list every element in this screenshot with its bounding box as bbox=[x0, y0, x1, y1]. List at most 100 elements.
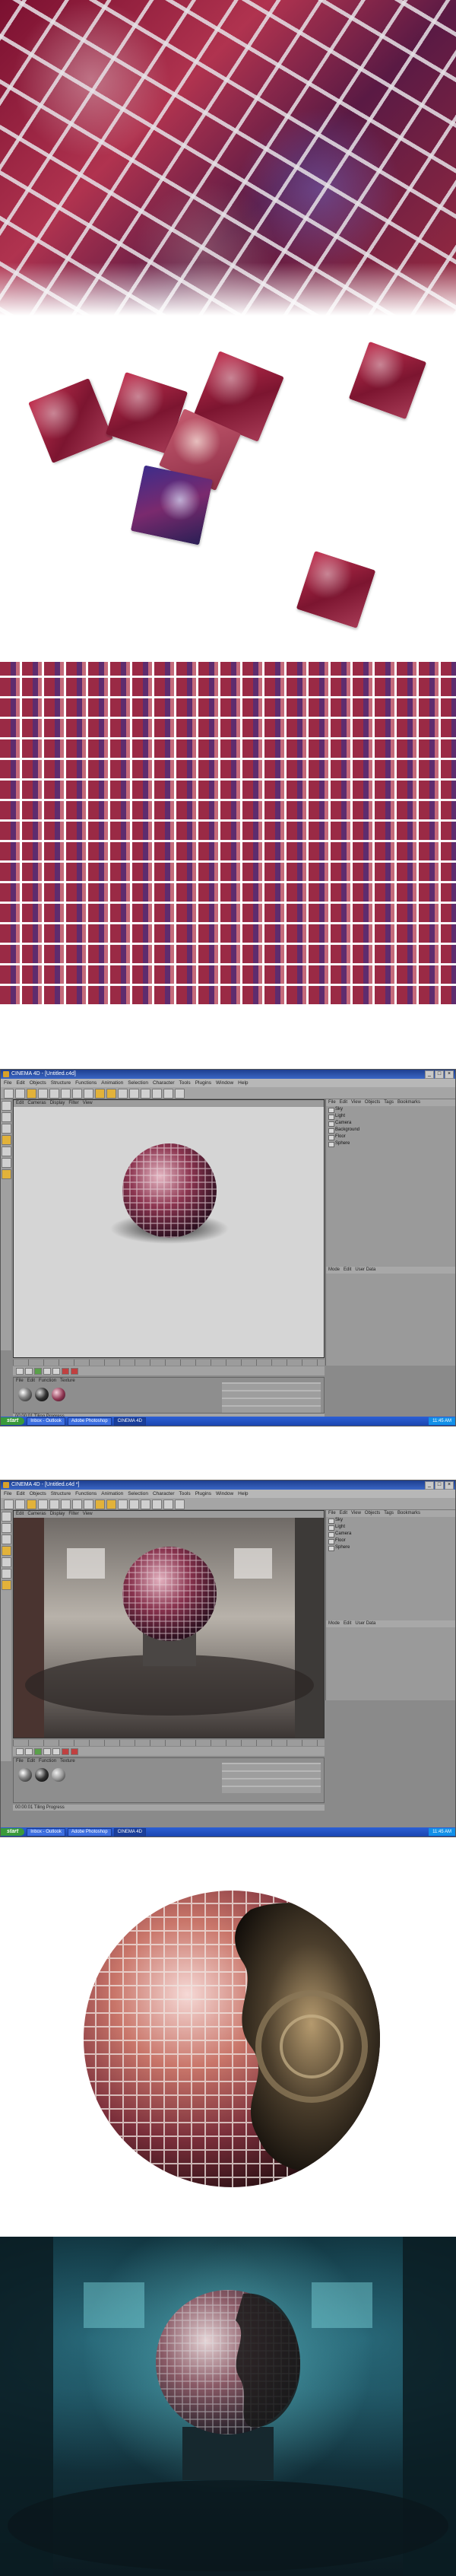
snap-icon[interactable] bbox=[2, 1169, 11, 1179]
vp-menu-view[interactable]: View bbox=[83, 1511, 93, 1518]
om-menu-edit[interactable]: Edit bbox=[340, 1510, 347, 1517]
move-tool-icon[interactable] bbox=[27, 1499, 36, 1509]
am-menu-userdata[interactable]: User Data bbox=[355, 1620, 375, 1627]
scene-icon[interactable] bbox=[163, 1089, 173, 1099]
light-icon[interactable] bbox=[175, 1089, 185, 1099]
coordinates-manager[interactable] bbox=[222, 1382, 321, 1413]
material-swatch[interactable] bbox=[35, 1768, 49, 1782]
scale-tool-icon[interactable] bbox=[38, 1499, 48, 1509]
previous-frame-icon[interactable] bbox=[25, 1748, 33, 1755]
nurbs-icon[interactable] bbox=[141, 1499, 150, 1509]
record-icon[interactable] bbox=[62, 1367, 69, 1375]
object-item[interactable]: Sphere bbox=[326, 1544, 455, 1551]
menu-edit[interactable]: Edit bbox=[16, 1490, 24, 1498]
om-menu-tags[interactable]: Tags bbox=[384, 1099, 394, 1106]
rotate-tool-icon[interactable] bbox=[49, 1499, 59, 1509]
taskbar-item[interactable]: CINEMA 4D bbox=[113, 1827, 146, 1837]
menu-character[interactable]: Character bbox=[153, 1079, 175, 1087]
polygons-mode-icon[interactable] bbox=[2, 1534, 11, 1544]
object-item[interactable]: Background bbox=[326, 1127, 455, 1134]
record-icon[interactable] bbox=[62, 1748, 69, 1755]
am-menu-mode[interactable]: Mode bbox=[328, 1267, 340, 1274]
viewport[interactable]: Edit Cameras Display Filter View bbox=[13, 1099, 325, 1358]
scale-tool-icon[interactable] bbox=[38, 1089, 48, 1099]
menu-edit[interactable]: Edit bbox=[16, 1079, 24, 1087]
menu-help[interactable]: Help bbox=[238, 1079, 248, 1087]
menu-selection[interactable]: Selection bbox=[128, 1079, 148, 1087]
om-menu-view[interactable]: View bbox=[351, 1510, 361, 1517]
start-button[interactable]: start bbox=[1, 1417, 25, 1425]
om-menu-objects[interactable]: Objects bbox=[365, 1510, 380, 1517]
maximize-button[interactable]: □ bbox=[435, 1070, 444, 1079]
axis-z-icon[interactable] bbox=[84, 1089, 93, 1099]
edges-mode-icon[interactable] bbox=[2, 1523, 11, 1533]
axis-x-icon[interactable] bbox=[61, 1089, 71, 1099]
menu-tools[interactable]: Tools bbox=[179, 1490, 191, 1498]
menu-window[interactable]: Window bbox=[216, 1490, 233, 1498]
vp-menu-edit[interactable]: Edit bbox=[16, 1511, 24, 1518]
cube-icon[interactable] bbox=[118, 1089, 128, 1099]
close-button[interactable]: × bbox=[445, 1481, 454, 1490]
menu-structure[interactable]: Structure bbox=[51, 1079, 71, 1087]
rotate-tool-icon[interactable] bbox=[49, 1089, 59, 1099]
render-view-icon[interactable] bbox=[95, 1499, 105, 1509]
menu-objects[interactable]: Objects bbox=[30, 1490, 46, 1498]
axis-y-icon[interactable] bbox=[72, 1499, 82, 1509]
om-menu-edit[interactable]: Edit bbox=[340, 1099, 347, 1106]
points-mode-icon[interactable] bbox=[2, 1101, 11, 1111]
om-menu-bookmarks[interactable]: Bookmarks bbox=[397, 1099, 420, 1106]
undo-icon[interactable] bbox=[4, 1089, 14, 1099]
menu-window[interactable]: Window bbox=[216, 1079, 233, 1087]
viewport[interactable]: Edit Cameras Display Filter View bbox=[13, 1510, 325, 1738]
mat-menu-texture[interactable]: Texture bbox=[60, 1378, 75, 1385]
object-item[interactable]: Light bbox=[326, 1524, 455, 1531]
mat-menu-edit[interactable]: Edit bbox=[27, 1758, 35, 1765]
axis-x-icon[interactable] bbox=[61, 1499, 71, 1509]
taskbar-item[interactable]: Adobe Photoshop bbox=[67, 1827, 112, 1837]
model-mode-icon[interactable] bbox=[2, 1546, 11, 1556]
render-picture-icon[interactable] bbox=[106, 1089, 116, 1099]
timeline[interactable] bbox=[13, 1740, 325, 1746]
scene-icon[interactable] bbox=[163, 1499, 173, 1509]
am-menu-userdata[interactable]: User Data bbox=[355, 1267, 375, 1274]
menu-selection[interactable]: Selection bbox=[128, 1490, 148, 1498]
workplane-icon[interactable] bbox=[2, 1158, 11, 1168]
spline-icon[interactable] bbox=[129, 1089, 139, 1099]
deformer-icon[interactable] bbox=[152, 1499, 162, 1509]
vp-menu-cameras[interactable]: Cameras bbox=[27, 1100, 46, 1107]
render-view-icon[interactable] bbox=[95, 1089, 105, 1099]
timeline[interactable] bbox=[13, 1360, 325, 1366]
minimize-button[interactable]: _ bbox=[425, 1481, 434, 1490]
taskbar-item[interactable]: Inbox - Outlook bbox=[27, 1417, 65, 1426]
object-item[interactable]: Camera bbox=[326, 1120, 455, 1127]
vp-menu-edit[interactable]: Edit bbox=[16, 1100, 24, 1107]
mat-menu-file[interactable]: File bbox=[16, 1378, 24, 1385]
workplane-icon[interactable] bbox=[2, 1569, 11, 1579]
menu-functions[interactable]: Functions bbox=[75, 1079, 97, 1087]
om-menu-tags[interactable]: Tags bbox=[384, 1510, 394, 1517]
axis-z-icon[interactable] bbox=[84, 1499, 93, 1509]
material-swatch[interactable] bbox=[18, 1768, 32, 1782]
menu-tools[interactable]: Tools bbox=[179, 1079, 191, 1087]
am-menu-mode[interactable]: Mode bbox=[328, 1620, 340, 1627]
menu-file[interactable]: File bbox=[4, 1490, 11, 1498]
redo-icon[interactable] bbox=[15, 1089, 25, 1099]
object-item[interactable]: Light bbox=[326, 1113, 455, 1120]
minimize-button[interactable]: _ bbox=[425, 1070, 434, 1079]
snap-icon[interactable] bbox=[2, 1580, 11, 1590]
vp-menu-filter[interactable]: Filter bbox=[68, 1100, 78, 1107]
mat-menu-function[interactable]: Function bbox=[39, 1378, 56, 1385]
am-menu-edit[interactable]: Edit bbox=[344, 1620, 351, 1627]
close-button[interactable]: × bbox=[445, 1070, 454, 1079]
material-swatch[interactable] bbox=[52, 1388, 65, 1401]
om-menu-objects[interactable]: Objects bbox=[365, 1099, 380, 1106]
mat-menu-texture[interactable]: Texture bbox=[60, 1758, 75, 1765]
autokey-icon[interactable] bbox=[71, 1367, 78, 1375]
polygons-mode-icon[interactable] bbox=[2, 1124, 11, 1134]
object-item[interactable]: Sky bbox=[326, 1517, 455, 1524]
coordinates-manager[interactable] bbox=[222, 1763, 321, 1793]
points-mode-icon[interactable] bbox=[2, 1512, 11, 1522]
next-frame-icon[interactable] bbox=[43, 1748, 51, 1755]
edges-mode-icon[interactable] bbox=[2, 1112, 11, 1122]
start-button[interactable]: start bbox=[1, 1828, 25, 1836]
